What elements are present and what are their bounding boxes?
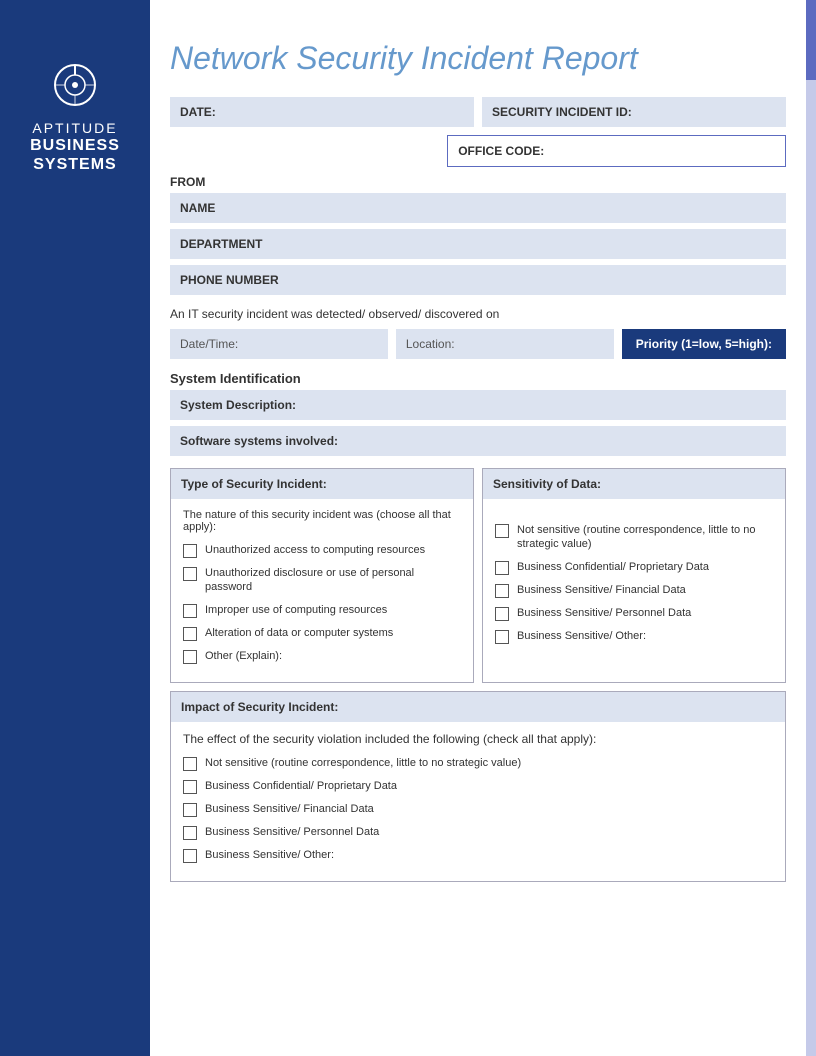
aptitude-logo-icon — [50, 60, 100, 110]
checkbox-label: Business Sensitive/ Financial Data — [205, 802, 374, 816]
list-item: Business Confidential/ Proprietary Data — [495, 560, 773, 575]
date-field[interactable]: DATE: — [170, 97, 474, 127]
list-item: Business Sensitive/ Financial Data — [183, 802, 773, 817]
date-incident-row: DATE: SECURITY INCIDENT ID: — [170, 97, 786, 127]
checkbox-improper-use[interactable] — [183, 604, 197, 618]
checkbox-label: Unauthorized disclosure or use of person… — [205, 566, 461, 595]
page-title: Network Security Incident Report — [170, 40, 786, 77]
checkbox-label: Not sensitive (routine correspondence, l… — [205, 756, 521, 770]
scrollbar[interactable] — [806, 0, 816, 1056]
checkbox-not-sensitive-s[interactable] — [495, 524, 509, 538]
checkbox-personnel-s[interactable] — [495, 607, 509, 621]
brand-bottom-label: BUSINESS SYSTEMS — [30, 136, 120, 174]
sidebar: APTITUDE BUSINESS SYSTEMS — [0, 0, 150, 1056]
checkbox-label: Business Sensitive/ Personnel Data — [205, 825, 379, 839]
list-item: Not sensitive (routine correspondence, l… — [495, 523, 773, 552]
checkbox-unauthorized-disclosure[interactable] — [183, 567, 197, 581]
sensitivity-panel: Sensitivity of Data: Not sensitive (rout… — [482, 468, 786, 683]
name-field[interactable]: NAME — [170, 193, 786, 223]
checkbox-not-sensitive-i[interactable] — [183, 757, 197, 771]
priority-button[interactable]: Priority (1=low, 5=high): — [622, 329, 786, 359]
checkbox-label: Not sensitive (routine correspondence, l… — [517, 523, 773, 552]
impact-sublabel: The effect of the security violation inc… — [183, 732, 773, 746]
checkbox-label: Alteration of data or computer systems — [205, 626, 393, 640]
sensitivity-body: Not sensitive (routine correspondence, l… — [483, 499, 785, 662]
list-item: Business Sensitive/ Financial Data — [495, 583, 773, 598]
security-incident-id-field[interactable]: SECURITY INCIDENT ID: — [482, 97, 786, 127]
office-code-field[interactable]: OFFICE CODE: — [447, 135, 786, 167]
checkbox-confidential-s[interactable] — [495, 561, 509, 575]
phone-number-field[interactable]: PHONE NUMBER — [170, 265, 786, 295]
checkbox-label: Improper use of computing resources — [205, 603, 387, 617]
checkbox-other-type[interactable] — [183, 650, 197, 664]
list-item: Improper use of computing resources — [183, 603, 461, 618]
system-identification-label: System Identification — [170, 371, 786, 386]
checkbox-personnel-i[interactable] — [183, 826, 197, 840]
incident-datetime-field[interactable]: Date/Time: — [170, 329, 388, 359]
checkbox-financial-i[interactable] — [183, 803, 197, 817]
software-systems-field[interactable]: Software systems involved: — [170, 426, 786, 456]
list-item: Not sensitive (routine correspondence, l… — [183, 756, 773, 771]
type-of-incident-panel: Type of Security Incident: The nature of… — [170, 468, 474, 683]
checkbox-financial-s[interactable] — [495, 584, 509, 598]
impact-body: The effect of the security violation inc… — [171, 722, 785, 881]
checkbox-other-i[interactable] — [183, 849, 197, 863]
list-item: Business Confidential/ Proprietary Data — [183, 779, 773, 794]
office-code-row: OFFICE CODE: — [170, 135, 786, 167]
checkbox-label: Unauthorized access to computing resourc… — [205, 543, 425, 557]
checkbox-label: Business Confidential/ Proprietary Data — [205, 779, 397, 793]
sensitivity-header: Sensitivity of Data: — [483, 469, 785, 499]
incident-fields-row: Date/Time: Location: Priority (1=low, 5=… — [170, 329, 786, 359]
incident-location-field[interactable]: Location: — [396, 329, 614, 359]
list-item: Business Sensitive/ Personnel Data — [495, 606, 773, 621]
scrollbar-thumb[interactable] — [806, 0, 816, 80]
list-item: Business Sensitive/ Personnel Data — [183, 825, 773, 840]
checkbox-other-s[interactable] — [495, 630, 509, 644]
checkbox-label: Other (Explain): — [205, 649, 282, 663]
impact-header: Impact of Security Incident: — [171, 692, 785, 722]
type-of-incident-body: The nature of this security incident was… — [171, 499, 473, 682]
list-item: Unauthorized access to computing resourc… — [183, 543, 461, 558]
from-label: FROM — [170, 175, 786, 189]
list-item: Other (Explain): — [183, 649, 461, 664]
list-item: Business Sensitive/ Other: — [183, 848, 773, 863]
checkbox-unauthorized-access[interactable] — [183, 544, 197, 558]
main-content: Network Security Incident Report DATE: S… — [150, 0, 806, 930]
department-field[interactable]: DEPARTMENT — [170, 229, 786, 259]
incident-description: An IT security incident was detected/ ob… — [170, 307, 786, 321]
type-of-incident-header: Type of Security Incident: — [171, 469, 473, 499]
checkbox-alteration[interactable] — [183, 627, 197, 641]
checkbox-label: Business Sensitive/ Personnel Data — [517, 606, 691, 620]
checkbox-label: Business Sensitive/ Financial Data — [517, 583, 686, 597]
checkbox-confidential-i[interactable] — [183, 780, 197, 794]
type-of-incident-sublabel: The nature of this security incident was… — [183, 509, 461, 533]
system-description-field[interactable]: System Description: — [170, 390, 786, 420]
brand-top-label: APTITUDE — [32, 120, 117, 136]
checkbox-label: Business Confidential/ Proprietary Data — [517, 560, 709, 574]
list-item: Unauthorized disclosure or use of person… — [183, 566, 461, 595]
list-item: Business Sensitive/ Other: — [495, 629, 773, 644]
list-item: Alteration of data or computer systems — [183, 626, 461, 641]
checkbox-label: Business Sensitive/ Other: — [205, 848, 334, 862]
type-sensitivity-panels: Type of Security Incident: The nature of… — [170, 468, 786, 683]
impact-panel: Impact of Security Incident: The effect … — [170, 691, 786, 882]
checkbox-label: Business Sensitive/ Other: — [517, 629, 646, 643]
